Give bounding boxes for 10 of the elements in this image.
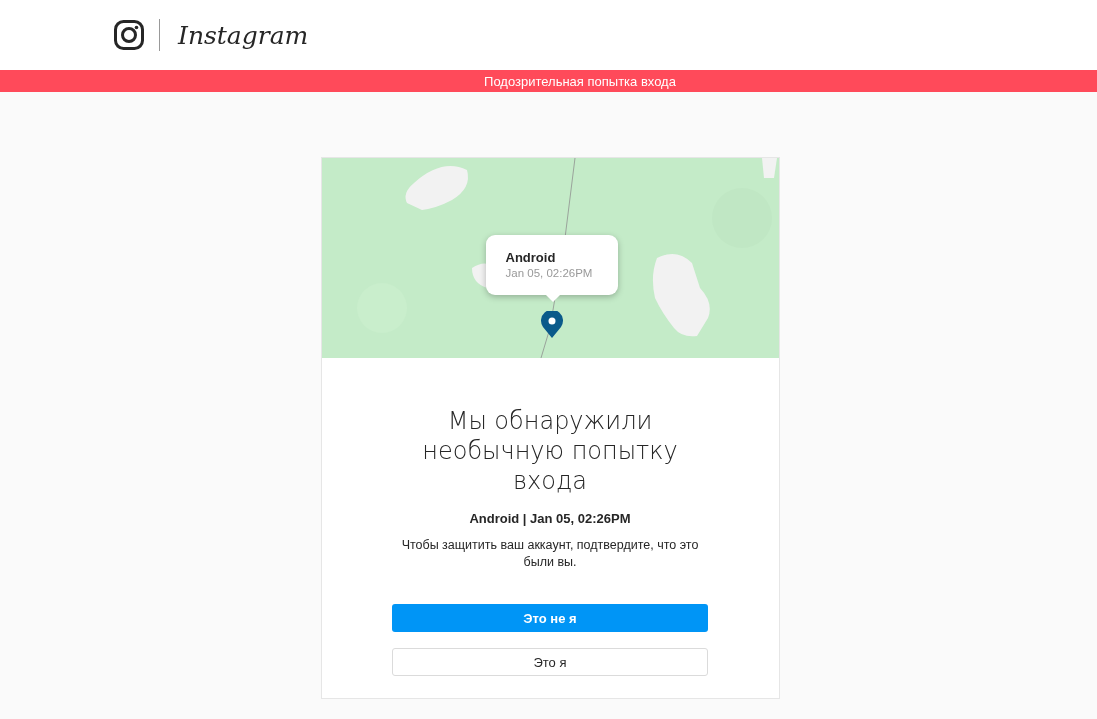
- card-title: Мы обнаружили необычную попытку входа: [421, 406, 679, 496]
- banner-text: Подозрительная попытка входа: [484, 73, 676, 89]
- camera-icon[interactable]: [113, 19, 145, 51]
- its-me-button[interactable]: Это я: [392, 648, 708, 676]
- logo-wordmark[interactable]: Instagram: [178, 20, 309, 50]
- popup-time: Jan 05, 02:26PM: [505, 267, 594, 279]
- map-pin-icon: [539, 311, 564, 339]
- device-line: Android | Jan 05, 02:26PM: [469, 511, 631, 526]
- message-text: Чтобы защитить ваш аккаунт, подтвердите, что это были вы.: [400, 537, 700, 571]
- popup-device: Android: [505, 250, 557, 265]
